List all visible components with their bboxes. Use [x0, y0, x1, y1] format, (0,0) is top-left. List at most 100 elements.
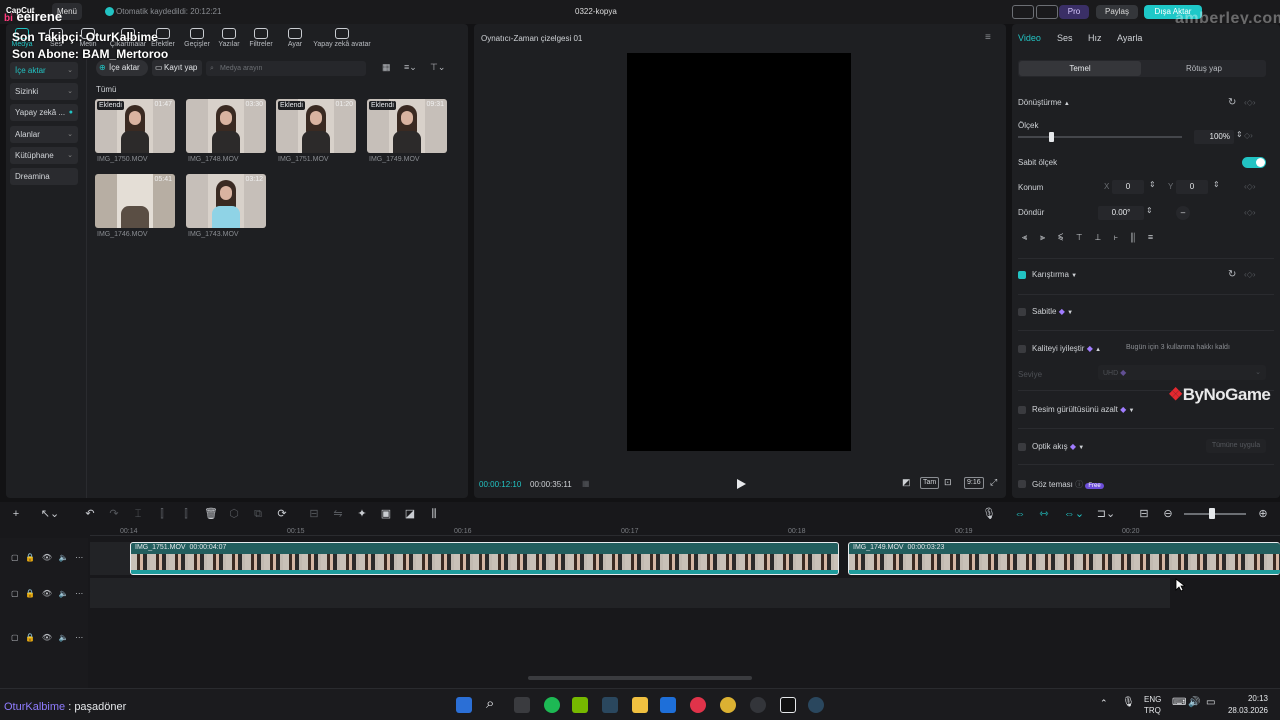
- aspect-ratio-button[interactable]: 9:16: [964, 477, 984, 489]
- keyboard-icon[interactable]: [1036, 5, 1058, 19]
- taskview-icon[interactable]: [514, 697, 530, 713]
- enhance-label[interactable]: Kaliteyi iyileştir ◆ ▲: [1032, 344, 1101, 353]
- stabilize-checkbox[interactable]: [1018, 308, 1026, 316]
- eye-contact-label[interactable]: Göz teması ⓘ Free: [1032, 479, 1104, 490]
- pro-button[interactable]: Pro: [1059, 5, 1089, 19]
- stabilize-label[interactable]: Sabitle ◆ ▼: [1032, 307, 1073, 316]
- track-cover-icon[interactable]: ▢ 🔒 👁 🔈 ⋯: [11, 553, 83, 562]
- start-icon[interactable]: [456, 697, 472, 713]
- stepper-icon[interactable]: ⇕: [1236, 130, 1243, 139]
- chrome-icon[interactable]: [720, 697, 736, 713]
- chevron-up-icon[interactable]: ⌃: [1100, 698, 1108, 709]
- magnet-icon[interactable]: ⇔: [1014, 508, 1026, 520]
- sidebar-item-ai[interactable]: Yapay zekâ ... ●: [10, 104, 78, 121]
- language-top[interactable]: ENG: [1144, 695, 1161, 704]
- speed-icon[interactable]: ⟳: [276, 508, 288, 520]
- tab-adjust[interactable]: Ayar: [284, 28, 306, 52]
- enhance-checkbox[interactable]: [1018, 345, 1026, 353]
- level-select[interactable]: UHD ◆ ⌄: [1098, 365, 1266, 380]
- time-ruler[interactable]: [90, 524, 1280, 536]
- select-tool-icon[interactable]: ↖⌄: [38, 508, 62, 520]
- microphone-icon[interactable]: 🎙: [1122, 697, 1135, 708]
- play-icon[interactable]: [736, 479, 746, 489]
- scale-slider-handle[interactable]: [1049, 132, 1054, 142]
- track-cover-icon[interactable]: ▢ 🔒 👁 🔈 ⋯: [11, 633, 83, 642]
- undo-icon[interactable]: ↶: [84, 508, 96, 520]
- freeze-icon[interactable]: ⊟: [308, 508, 320, 520]
- keyframe-icon[interactable]: ‹◇›: [1244, 98, 1255, 107]
- zoom-in-icon[interactable]: ⊕: [1257, 508, 1269, 520]
- link-icon[interactable]: ⇿: [1038, 508, 1050, 520]
- tab-audio[interactable]: Ses: [1057, 33, 1073, 43]
- blend-label[interactable]: Karıştırma ▼: [1032, 270, 1077, 279]
- microphone-icon[interactable]: 🎙: [982, 508, 996, 520]
- capcut-icon[interactable]: [780, 697, 796, 713]
- timeline-clip[interactable]: IMG_1749.MOV 00:00:03:23: [848, 542, 1280, 575]
- fixed-scale-toggle[interactable]: [1242, 157, 1266, 168]
- zoom-slider-handle[interactable]: [1209, 508, 1215, 519]
- reset-icon[interactable]: ↻: [1228, 97, 1236, 108]
- reverse-icon[interactable]: ⇋: [332, 508, 344, 520]
- search-icon[interactable]: ⌕: [486, 695, 494, 712]
- store-icon[interactable]: [660, 697, 676, 713]
- tab-transitions[interactable]: Geçişler: [182, 28, 212, 52]
- delete-icon[interactable]: 🗑: [204, 508, 218, 520]
- fullscreen-icon[interactable]: ⤢: [990, 477, 997, 488]
- nvidia-icon[interactable]: [572, 697, 588, 713]
- folder-icon[interactable]: [632, 697, 648, 713]
- stepper-icon[interactable]: ⇕: [1149, 180, 1156, 189]
- timeline-clip[interactable]: IMG_1751.MOV 00:00:04:07: [130, 542, 839, 575]
- keyframe-icon[interactable]: ◇›: [1244, 131, 1253, 140]
- clock-date[interactable]: 28.03.2026: [1226, 706, 1268, 715]
- tab-captions[interactable]: Yazılar: [216, 28, 242, 52]
- zoom-slider[interactable]: [1184, 513, 1246, 515]
- split-left-icon[interactable]: ⫿: [156, 508, 168, 520]
- network-icon[interactable]: ⌨: [1172, 697, 1186, 708]
- language-bottom[interactable]: TRQ: [1144, 706, 1161, 715]
- snap-icon[interactable]: ⊐⌄: [1094, 508, 1118, 520]
- media-search-input[interactable]: ⌕ Medya arayın: [206, 61, 366, 76]
- crop-icon[interactable]: ⧉: [252, 508, 264, 520]
- scale-input[interactable]: 100%: [1194, 130, 1234, 144]
- zoom-out-icon[interactable]: ⊖: [1162, 508, 1174, 520]
- align-toolbar[interactable]: ⫷⫸⫹⊤⊥⊦⫼≡: [1022, 232, 1218, 243]
- segment-basic[interactable]: Temel: [1019, 61, 1141, 76]
- eye-contact-checkbox[interactable]: [1018, 480, 1026, 488]
- stepper-icon[interactable]: ⇕: [1213, 180, 1220, 189]
- denoise-checkbox[interactable]: [1018, 406, 1026, 414]
- denoise-label[interactable]: Resim gürültüsünü azalt ◆ ▼: [1032, 405, 1134, 414]
- timecode-icon[interactable]: ▦: [582, 479, 590, 488]
- clock-time[interactable]: 20:13: [1232, 694, 1268, 703]
- apply-all-button[interactable]: Tümüne uygula: [1206, 439, 1266, 453]
- media-thumb[interactable]: 03:30: [186, 99, 266, 153]
- track-cover-icon[interactable]: ▢ 🔒 👁 🔈 ⋯: [11, 589, 83, 598]
- layout-icon[interactable]: [1012, 5, 1034, 19]
- cutout-icon[interactable]: ◪: [404, 508, 416, 520]
- chroma-icon[interactable]: ▣: [380, 508, 392, 520]
- tab-adjust[interactable]: Ayarla: [1117, 33, 1142, 43]
- steam-icon[interactable]: [602, 697, 618, 713]
- position-x-input[interactable]: 0: [1112, 180, 1144, 194]
- obs-icon[interactable]: [750, 697, 766, 713]
- keyframe-icon[interactable]: ‹◇›: [1244, 182, 1255, 191]
- split-right-icon[interactable]: ⫿: [180, 508, 192, 520]
- magic-icon[interactable]: ✦: [356, 508, 368, 520]
- rotate-dial[interactable]: –: [1176, 206, 1190, 220]
- rotate-input[interactable]: 0.00°: [1098, 206, 1144, 220]
- scale-slider[interactable]: [1018, 136, 1182, 138]
- keyframe-icon[interactable]: ‹◇›: [1244, 270, 1255, 279]
- sidebar-item-import[interactable]: İçe aktar ⌄: [10, 62, 78, 79]
- full-quality-button[interactable]: Tam: [920, 477, 940, 489]
- app-icon[interactable]: [690, 697, 706, 713]
- volume-icon[interactable]: 🔊: [1188, 697, 1200, 708]
- sort-icon[interactable]: ≡⌄: [404, 62, 417, 73]
- segment-retouch[interactable]: Rötuş yap: [1143, 61, 1265, 76]
- keyframe-icon[interactable]: ‹◇›: [1244, 208, 1255, 217]
- media-thumb[interactable]: Eklendi 01:47: [95, 99, 175, 153]
- import-button[interactable]: ⊕ İçe aktar: [96, 60, 148, 76]
- steam-icon[interactable]: [808, 697, 824, 713]
- reset-icon[interactable]: ↻: [1228, 269, 1236, 280]
- sidebar-item-yours[interactable]: Sizinki ⌄: [10, 83, 78, 100]
- tab-filters[interactable]: Filtreler: [246, 28, 276, 52]
- audio-split-icon[interactable]: ⫼: [428, 508, 440, 520]
